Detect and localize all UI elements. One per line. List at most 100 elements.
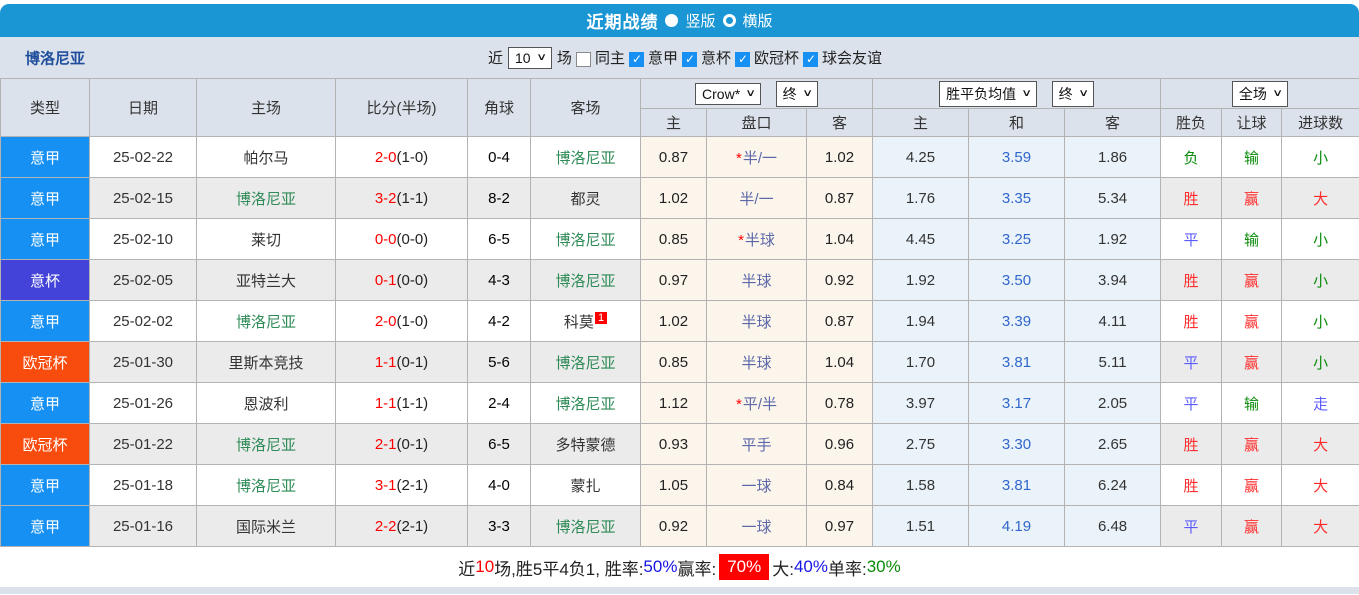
- col-header-type: 类型: [1, 79, 90, 137]
- odds-home: 0.93: [641, 424, 707, 465]
- chevron-down-icon: ∨: [1078, 88, 1089, 99]
- table-row: 意甲25-01-18博洛尼亚3-1(2-1)4-0蒙扎1.05一球0.841.5…: [1, 465, 1359, 506]
- mean-home: 1.70: [873, 342, 969, 383]
- match-date: 25-02-05: [90, 260, 197, 301]
- table-row: 意甲25-01-26恩波利1-1(1-1)2-4博洛尼亚1.12*平/半0.78…: [1, 383, 1359, 424]
- result-wdl: 胜: [1161, 178, 1222, 219]
- odds-away: 1.02: [807, 137, 873, 178]
- home-team: 博洛尼亚: [197, 178, 336, 219]
- checkbox-same-home[interactable]: [576, 52, 591, 67]
- result-handicap: 赢: [1222, 506, 1282, 547]
- odds-home: 0.92: [641, 506, 707, 547]
- mean-time-select[interactable]: 终∨: [1052, 81, 1094, 107]
- odds-time-select[interactable]: 终∨: [776, 81, 818, 107]
- radio-horizontal[interactable]: [723, 14, 736, 27]
- scope-controls-cell: 全场∨: [1161, 79, 1359, 109]
- score-cell: 2-1(0-1): [336, 424, 468, 465]
- table-row: 欧冠杯25-01-22博洛尼亚2-1(0-1)6-5多特蒙德0.93平手0.96…: [1, 424, 1359, 465]
- league-badge: 意甲: [1, 178, 90, 219]
- match-date: 25-01-26: [90, 383, 197, 424]
- odds-home: 0.87: [641, 137, 707, 178]
- handicap-line: 半球: [707, 301, 807, 342]
- radio-vertical-label[interactable]: 竖版: [685, 10, 715, 31]
- checkbox-league-ucl[interactable]: [735, 52, 750, 67]
- handicap-line: 半/一: [707, 178, 807, 219]
- table-row: 意杯25-02-05亚特兰大0-1(0-0)4-3博洛尼亚0.97半球0.921…: [1, 260, 1359, 301]
- odds-away: 0.84: [807, 465, 873, 506]
- odds-away: 0.92: [807, 260, 873, 301]
- mean-draw: 4.19: [969, 506, 1065, 547]
- result-wdl: 平: [1161, 506, 1222, 547]
- result-handicap: 赢: [1222, 424, 1282, 465]
- odds-company-select[interactable]: Crow*∨: [695, 83, 761, 105]
- league-badge: 意甲: [1, 465, 90, 506]
- col-header-score: 比分(半场): [336, 79, 468, 137]
- result-goals: 小: [1282, 260, 1359, 301]
- chevron-down-icon: ∨: [1272, 88, 1283, 99]
- away-team: 博洛尼亚: [531, 342, 641, 383]
- score-cell: 0-1(0-0): [336, 260, 468, 301]
- handicap-line: 一球: [707, 465, 807, 506]
- score-cell: 3-2(1-1): [336, 178, 468, 219]
- chevron-down-icon: ∨: [745, 88, 756, 99]
- away-team: 博洛尼亚: [531, 219, 641, 260]
- home-team: 博洛尼亚: [197, 301, 336, 342]
- match-date: 25-01-22: [90, 424, 197, 465]
- odds-away: 1.04: [807, 219, 873, 260]
- league-label-serie-a[interactable]: 意甲: [648, 47, 678, 68]
- win-rate-chip: 70%: [719, 554, 769, 580]
- corner-score: 4-2: [468, 301, 531, 342]
- scope-select[interactable]: 全场∨: [1232, 81, 1288, 107]
- match-count-select[interactable]: 10∨: [508, 47, 552, 69]
- league-badge: 意甲: [1, 137, 90, 178]
- chevron-down-icon: ∨: [536, 52, 547, 63]
- away-team: 博洛尼亚: [531, 383, 641, 424]
- match-date: 25-01-18: [90, 465, 197, 506]
- sub-header-odds-home: 主: [641, 109, 707, 137]
- radio-horizontal-label[interactable]: 横版: [743, 10, 773, 31]
- summary-footer: 近10场,胜5平4负1, 胜率:50% 赢率: 70% 大:40% 单率:30%: [0, 547, 1359, 587]
- summary-text: 赢率:: [677, 555, 716, 580]
- league-label-friendly[interactable]: 球会友谊: [822, 47, 882, 68]
- away-team: 蒙扎: [531, 465, 641, 506]
- result-goals: 大: [1282, 424, 1359, 465]
- result-wdl: 负: [1161, 137, 1222, 178]
- handicap-line: 半球: [707, 260, 807, 301]
- result-goals: 大: [1282, 178, 1359, 219]
- home-team: 莱切: [197, 219, 336, 260]
- odds-away: 0.97: [807, 506, 873, 547]
- same-home-label[interactable]: 同主: [595, 47, 625, 68]
- league-label-ucl[interactable]: 欧冠杯: [754, 47, 799, 68]
- mean-draw: 3.30: [969, 424, 1065, 465]
- table-row: 欧冠杯25-01-30里斯本竞技1-1(0-1)5-6博洛尼亚0.85半球1.0…: [1, 342, 1359, 383]
- handicap-line: *半/一: [707, 137, 807, 178]
- odds-away: 0.87: [807, 178, 873, 219]
- match-date: 25-01-16: [90, 506, 197, 547]
- score-cell: 2-2(2-1): [336, 506, 468, 547]
- table-row: 意甲25-02-10莱切0-0(0-0)6-5博洛尼亚0.85*半球1.044.…: [1, 219, 1359, 260]
- asterisk-marker: *: [738, 232, 744, 249]
- home-team: 恩波利: [197, 383, 336, 424]
- result-handicap: 赢: [1222, 465, 1282, 506]
- col-header-away: 客场: [531, 79, 641, 137]
- result-wdl: 平: [1161, 219, 1222, 260]
- mean-controls-cell: 胜平负均值∨ 终∨: [873, 79, 1161, 109]
- result-wdl: 胜: [1161, 424, 1222, 465]
- league-label-coppa[interactable]: 意杯: [701, 47, 731, 68]
- match-date: 25-02-15: [90, 178, 197, 219]
- radio-vertical-selected[interactable]: [665, 14, 678, 27]
- odds-away: 0.87: [807, 301, 873, 342]
- mean-home: 1.94: [873, 301, 969, 342]
- checkbox-league-friendly[interactable]: [803, 52, 818, 67]
- summary-text: 50%: [643, 557, 677, 577]
- asterisk-marker: *: [736, 396, 742, 413]
- checkbox-league-serie-a[interactable]: [629, 52, 644, 67]
- mean-away: 5.34: [1065, 178, 1161, 219]
- mean-type-select[interactable]: 胜平负均值∨: [939, 81, 1037, 107]
- checkbox-league-coppa[interactable]: [682, 52, 697, 67]
- odds-controls-cell: Crow*∨ 终∨: [641, 79, 873, 109]
- table-row: 意甲25-02-22帕尔马2-0(1-0)0-4博洛尼亚0.87*半/一1.02…: [1, 137, 1359, 178]
- mean-draw: 3.50: [969, 260, 1065, 301]
- league-badge: 意甲: [1, 301, 90, 342]
- summary-text: 大:: [772, 555, 794, 580]
